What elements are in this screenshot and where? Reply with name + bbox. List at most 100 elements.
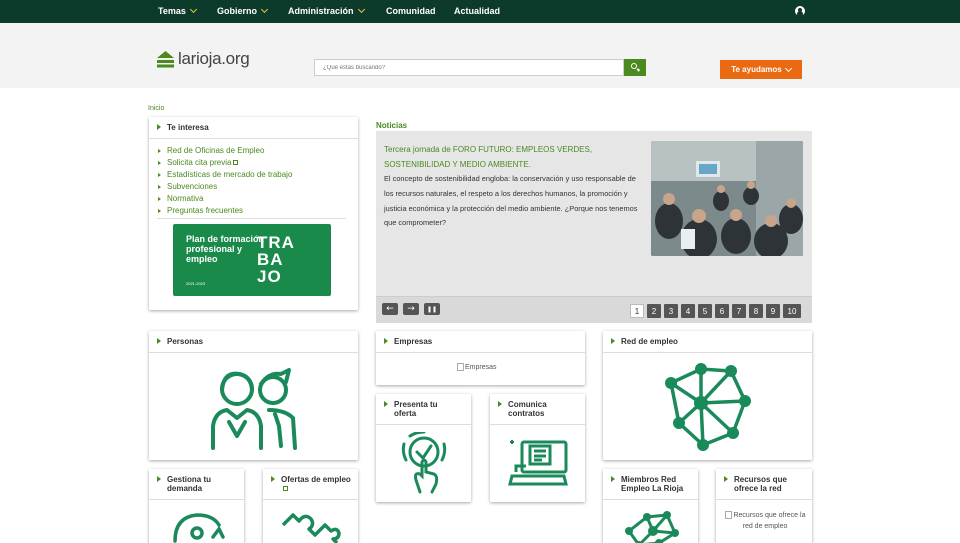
broken-image-icon	[457, 363, 464, 371]
nav-administracion[interactable]: Administración	[288, 5, 365, 16]
nav-gobierno[interactable]: Gobierno	[217, 5, 269, 16]
banner-word-line: TRA	[257, 233, 295, 252]
chevron-down-icon	[357, 5, 365, 14]
card-title-text: Empresas	[394, 337, 433, 346]
link-item[interactable]: Estadísticas de mercado de trabajo	[158, 170, 292, 179]
help-label: Te ayudamos	[731, 65, 782, 74]
personas-card[interactable]: Personas	[149, 331, 358, 460]
triangle-icon	[611, 476, 615, 482]
plan-formacion-banner[interactable]: Plan de formación profesional y empleo 2…	[173, 224, 331, 296]
triangle-icon	[157, 124, 161, 130]
page-4[interactable]: 4	[681, 304, 695, 318]
page-1[interactable]: 1	[630, 304, 644, 318]
triangle-icon	[158, 173, 161, 178]
divider	[157, 218, 346, 219]
divider	[376, 424, 471, 425]
presenta-oferta-card[interactable]: Presenta tu oferta	[376, 394, 471, 502]
top-navigation: Temas Gobierno Administración Comunidad …	[0, 0, 960, 23]
search-icon	[631, 63, 637, 69]
nav-label: Actualidad	[454, 6, 501, 16]
gestiona-demanda-card[interactable]: Gestiona tu demanda	[149, 469, 244, 543]
logo-text: larioja.org	[178, 49, 250, 68]
nav-actualidad[interactable]: Actualidad	[454, 6, 500, 16]
divider	[149, 499, 244, 500]
card-title: Comunica contratos	[498, 400, 576, 418]
link-item[interactable]: Subvenciones	[158, 182, 292, 191]
page-10[interactable]: 10	[783, 304, 801, 318]
chevron-down-icon	[260, 5, 269, 14]
previous-button[interactable]: ←	[382, 303, 398, 315]
link-text: Estadísticas de mercado de trabajo	[167, 170, 293, 180]
nav-label: Temas	[158, 6, 186, 16]
comunica-contratos-card[interactable]: Comunica contratos	[490, 394, 585, 502]
interesa-links: Red de Oficinas de Empleo Solicita cita …	[158, 146, 292, 219]
nav-label: Gobierno	[217, 6, 257, 16]
image-alt-text: Recursos que ofrece la red de empleo	[733, 512, 806, 530]
image-alt-text: Empresas	[465, 363, 497, 371]
link-item[interactable]: Solicita cita previa	[158, 158, 292, 167]
link-item[interactable]: Preguntas frecuentes	[158, 206, 292, 215]
red-empleo-card[interactable]: Red de empleo	[603, 331, 812, 460]
divider	[149, 352, 358, 353]
card-title: Red de empleo	[611, 337, 678, 346]
divider	[603, 352, 812, 353]
divider	[716, 499, 812, 500]
card-title: Presenta tu oferta	[384, 400, 462, 418]
link-item[interactable]: Red de Oficinas de Empleo	[158, 146, 292, 155]
card-title: Recursos que ofrece la red	[724, 475, 806, 493]
miembros-red-card[interactable]: Miembros Red Empleo La Rioja	[603, 469, 698, 543]
page-6[interactable]: 6	[715, 304, 729, 318]
link-item[interactable]: Normativa	[158, 194, 292, 203]
card-title-text: Red de empleo	[621, 337, 678, 346]
people-icon	[211, 368, 297, 450]
empresas-card[interactable]: Empresas Empresas	[376, 331, 585, 385]
link-text: Red de Oficinas de Empleo	[167, 146, 265, 155]
recursos-red-card[interactable]: Recursos que ofrece la red Recursos que …	[716, 469, 812, 543]
te-interesa-card: Te interesa Red de Oficinas de Empleo So…	[149, 117, 358, 310]
banner-years: 2021-2023	[186, 281, 206, 286]
pause-button[interactable]: ❚❚	[424, 303, 440, 315]
help-button[interactable]: Te ayudamos	[720, 60, 802, 79]
puzzle-icon	[281, 513, 341, 543]
card-title-text: Personas	[167, 337, 204, 346]
news-body: El concepto de sostenibilidad engloba: l…	[384, 174, 638, 228]
page-7[interactable]: 7	[732, 304, 746, 318]
nav-label: Comunidad	[386, 6, 436, 16]
divider	[603, 499, 698, 500]
breadcrumb[interactable]: Inicio	[148, 105, 164, 112]
link-text: Solicita cita previa	[167, 158, 232, 168]
user-icon[interactable]	[795, 6, 805, 16]
card-title-text: Te interesa	[167, 123, 209, 132]
refresh-person-icon	[173, 513, 225, 543]
divider	[490, 424, 585, 425]
page-3[interactable]: 3	[664, 304, 678, 318]
banner-title: Plan de formación profesional y empleo	[186, 234, 265, 264]
carousel-controls: ← → ❚❚ 1 2 3 4 5 6 7 8 9 10	[376, 296, 812, 323]
triangle-icon	[158, 149, 161, 153]
card-title-text: Ofertas de empleo	[281, 475, 351, 484]
card-title-text: Presenta tu oferta	[394, 400, 438, 418]
news-title[interactable]: Tercera jornada de FORO FUTURO: EMPLEOS …	[384, 142, 624, 172]
page-8[interactable]: 8	[749, 304, 763, 318]
triangle-icon	[158, 197, 161, 202]
site-header: larioja.org Te ayudamos	[0, 23, 960, 88]
divider	[263, 499, 358, 500]
link-text: Subvenciones	[167, 182, 218, 192]
external-link-icon	[233, 160, 239, 166]
logo-icon	[157, 51, 174, 68]
search-input[interactable]	[314, 59, 624, 76]
card-title: Miembros Red Empleo La Rioja	[611, 475, 693, 493]
banner-word: TRA BA JO	[257, 234, 295, 285]
next-button[interactable]: →	[403, 303, 419, 315]
nav-comunidad[interactable]: Comunidad	[386, 6, 436, 16]
page-9[interactable]: 9	[766, 304, 780, 318]
nav-temas[interactable]: Temas	[158, 5, 197, 16]
search-button[interactable]	[624, 59, 646, 76]
empresas-image: Empresas	[457, 363, 497, 371]
nav-label: Administración	[288, 6, 354, 16]
site-logo[interactable]: larioja.org	[156, 49, 250, 69]
news-photo[interactable]	[651, 141, 803, 256]
ofertas-empleo-card[interactable]: Ofertas de empleo	[263, 469, 358, 543]
page-5[interactable]: 5	[698, 304, 712, 318]
page-2[interactable]: 2	[647, 304, 661, 318]
